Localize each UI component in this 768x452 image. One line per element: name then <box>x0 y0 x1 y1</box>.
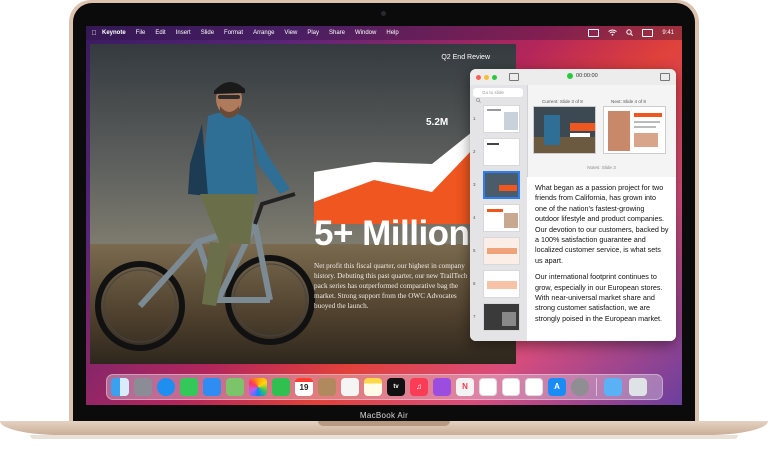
menu-bar:  Keynote File Edit Insert Slide Format … <box>86 26 682 40</box>
next-slide-label: Next: Slide 4 of 8 <box>611 99 646 104</box>
search-icon[interactable] <box>626 28 634 38</box>
finder-icon[interactable] <box>111 378 129 396</box>
menu-insert[interactable]: Insert <box>176 30 191 36</box>
zoom-button[interactable] <box>492 75 497 80</box>
wifi-icon[interactable] <box>608 29 618 38</box>
slide-body-text: Net profit this fiscal quarter, our high… <box>314 262 468 310</box>
slide-number: 2 <box>473 149 476 154</box>
menu-share[interactable]: Share <box>329 30 345 36</box>
calendar-icon[interactable]: 19 <box>295 378 313 396</box>
menu-format[interactable]: Format <box>224 30 243 36</box>
current-slide-label: Current: Slide 3 of 8 <box>542 99 583 104</box>
numbers-icon[interactable] <box>502 378 520 396</box>
app-store-icon[interactable]: A <box>548 378 566 396</box>
photos-icon[interactable] <box>249 378 267 396</box>
slide-thumbnail[interactable] <box>483 237 520 265</box>
system-preferences-icon[interactable] <box>571 378 589 396</box>
menu-clock[interactable]: 9:41 <box>662 30 674 36</box>
menu-view[interactable]: View <box>284 30 297 36</box>
control-center-icon[interactable] <box>642 29 654 37</box>
keynote-slide: Q2 End Review 5.2M 5+ Million Net profit… <box>90 44 516 364</box>
menu-play[interactable]: Play <box>307 30 319 36</box>
notes-paragraph: Our international footprint continues to… <box>535 272 663 323</box>
menu-slide[interactable]: Slide <box>201 30 214 36</box>
apple-menu-icon[interactable]:  <box>86 30 102 37</box>
slide-header: Q2 End Review <box>441 54 490 61</box>
minimize-button[interactable] <box>484 75 489 80</box>
screen:  Keynote File Edit Insert Slide Format … <box>86 26 682 405</box>
apple-tv-icon[interactable]: tv <box>387 378 405 396</box>
maps-icon[interactable] <box>226 378 244 396</box>
news-icon[interactable]: N <box>456 378 474 396</box>
slide-thumbnail-selected[interactable] <box>483 171 520 199</box>
search-icon <box>476 90 481 108</box>
slide-number: 1 <box>473 116 476 121</box>
mail-icon[interactable] <box>203 378 221 396</box>
current-slide-preview <box>533 106 596 154</box>
presenter-titlebar <box>470 69 676 85</box>
menu-file[interactable]: File <box>136 30 146 36</box>
dock-separator <box>596 378 597 396</box>
menu-arrange[interactable]: Arrange <box>253 30 274 36</box>
facetime-icon[interactable] <box>272 378 290 396</box>
music-icon[interactable]: ♫ <box>410 378 428 396</box>
slide-number: 7 <box>473 314 476 319</box>
device-brand-label: MacBook Air <box>359 411 409 420</box>
messages-icon[interactable] <box>180 378 198 396</box>
pages-icon[interactable] <box>525 378 543 396</box>
slide-headline: 5+ Million <box>314 214 470 253</box>
menu-edit[interactable]: Edit <box>155 30 165 36</box>
menu-window[interactable]: Window <box>355 30 376 36</box>
notes-paragraph: What began as a passion project for two … <box>535 183 669 265</box>
dock: 19 tv ♫ N A <box>106 374 663 400</box>
contacts-icon[interactable] <box>318 378 336 396</box>
safari-icon[interactable] <box>157 378 175 396</box>
display-options-icon[interactable] <box>660 73 670 81</box>
slide-navigator: Go to slide 1 2 3 4 5 6 7 <box>470 85 528 341</box>
next-slide-preview <box>603 106 666 154</box>
slide-thumbnail[interactable] <box>483 204 520 232</box>
slide-thumbnail[interactable] <box>483 138 520 166</box>
slide-thumbnail[interactable] <box>483 303 520 331</box>
close-button[interactable] <box>476 75 481 80</box>
downloads-folder-icon[interactable] <box>604 378 622 396</box>
slide-number: 3 <box>473 182 476 187</box>
slide-thumbnail[interactable] <box>483 105 520 133</box>
launchpad-icon[interactable] <box>134 378 152 396</box>
slide-number: 5 <box>473 248 476 253</box>
notes-icon[interactable] <box>364 378 382 396</box>
timer-status-icon <box>567 73 573 79</box>
chart-value-label: 5.2M <box>426 117 449 128</box>
sidebar-toggle-icon[interactable] <box>509 73 519 81</box>
laptop-bottom <box>30 435 738 439</box>
presenter-window: 00:00:00 Go to slide 1 2 3 4 5 6 7 Curre… <box>470 69 676 341</box>
presenter-timer[interactable]: 00:00:00 <box>576 73 598 79</box>
trash-icon[interactable] <box>629 378 647 396</box>
laptop-opening-notch <box>318 421 450 426</box>
menu-app-name[interactable]: Keynote <box>102 30 126 36</box>
slide-number: 6 <box>473 281 476 286</box>
podcasts-icon[interactable] <box>433 378 451 396</box>
display-icon[interactable] <box>588 29 600 37</box>
notes-label: Notes: Slide 3 <box>587 165 616 170</box>
reminders-icon[interactable] <box>341 378 359 396</box>
camera <box>381 11 386 16</box>
slide-thumbnail[interactable] <box>483 270 520 298</box>
menu-help[interactable]: Help <box>386 30 398 36</box>
slide-number: 4 <box>473 215 476 220</box>
keynote-icon[interactable] <box>479 378 497 396</box>
presenter-notes[interactable]: What began as a passion project for two … <box>527 177 676 341</box>
